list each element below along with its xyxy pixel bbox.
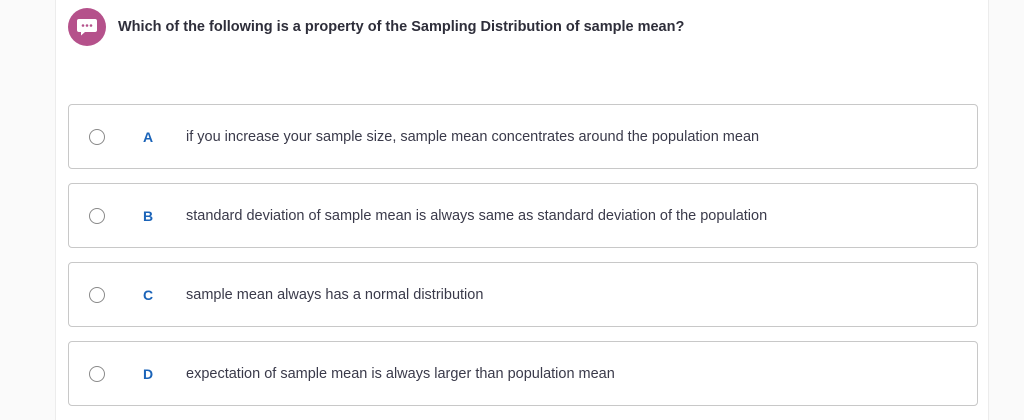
option-letter-d: D [142,365,154,382]
option-b[interactable]: B standard deviation of sample mean is a… [68,183,978,248]
option-letter-b: B [142,207,154,224]
option-text-c: sample mean always has a normal distribu… [186,286,484,303]
option-text-b: standard deviation of sample mean is alw… [186,207,768,224]
radio-b[interactable] [89,207,105,224]
radio-c[interactable] [89,286,105,303]
question-text: Which of the following is a property of … [118,19,685,35]
radio-d[interactable] [89,365,105,382]
answer-options: A if you increase your sample size, samp… [68,104,978,420]
chat-bubble-icon [68,8,106,46]
option-letter-c: C [142,286,154,303]
option-text-d: expectation of sample mean is always lar… [186,365,615,382]
option-d[interactable]: D expectation of sample mean is always l… [68,341,978,406]
radio-a[interactable] [89,128,105,145]
option-letter-a: A [142,128,154,145]
question-header: Which of the following is a property of … [68,8,684,46]
option-a[interactable]: A if you increase your sample size, samp… [68,104,978,169]
option-c[interactable]: C sample mean always has a normal distri… [68,262,978,327]
option-text-a: if you increase your sample size, sample… [186,128,760,145]
question-card: Which of the following is a property of … [55,0,989,420]
